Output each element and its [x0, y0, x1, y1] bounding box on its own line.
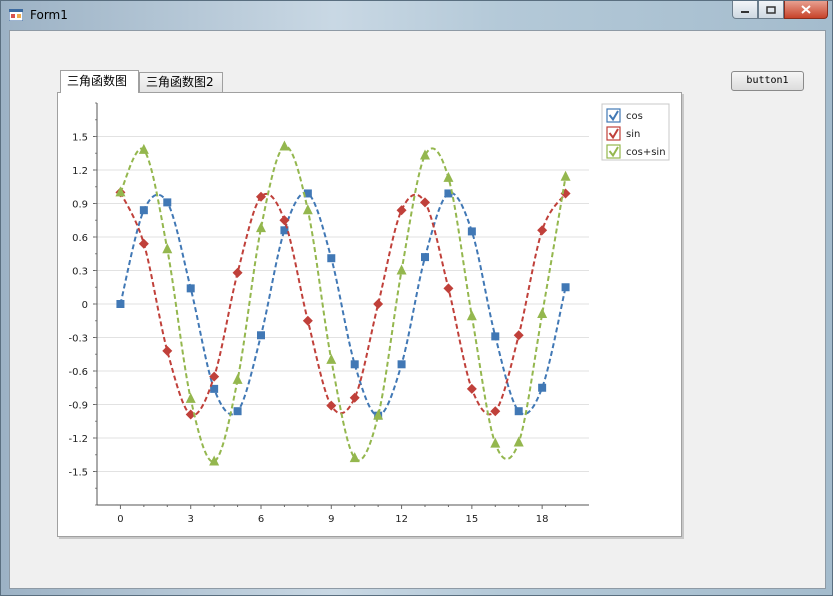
- data-point-square: [116, 300, 125, 308]
- form-client-area: 三角函数图 三角函数图2 1.5 1.2 0.9 0.6 0.3 0 -0.3 -0.6 -0.…: [9, 30, 826, 589]
- data-point-triangle: [162, 243, 173, 254]
- y-tick-label: -0.9: [68, 401, 88, 412]
- data-point-square: [467, 227, 476, 236]
- legend-label-cos+sin: cos+sin: [626, 147, 666, 158]
- data-point-diamond: [396, 205, 407, 216]
- data-point-diamond: [513, 330, 524, 341]
- data-point-triangle: [560, 170, 571, 181]
- data-point-diamond: [138, 238, 149, 249]
- data-point-triangle: [443, 171, 454, 182]
- data-point-diamond: [232, 267, 243, 278]
- data-point-diamond: [466, 383, 477, 394]
- data-point-triangle: [466, 310, 477, 321]
- data-point-diamond: [420, 197, 430, 208]
- x-tick-label: 6: [258, 514, 264, 525]
- minimize-button[interactable]: [732, 1, 758, 19]
- data-point-triangle: [185, 392, 196, 403]
- data-point-square: [514, 407, 523, 416]
- app-icon: [9, 9, 23, 21]
- data-point-triangle: [232, 373, 243, 384]
- x-tick-label: 3: [188, 514, 194, 525]
- maximize-button[interactable]: [758, 1, 784, 19]
- button1[interactable]: button1: [731, 71, 804, 91]
- x-tick-label: 15: [465, 514, 478, 525]
- trig-chart: 1.5 1.2 0.9 0.6 0.3 0 -0.3 -0.6 -0.9 -1.2 -1.5 0 3 6 9…: [68, 102, 670, 525]
- y-tick-label: -0.6: [68, 367, 88, 378]
- data-point-square: [561, 283, 570, 292]
- data-point-square: [421, 253, 429, 262]
- data-point-square: [233, 407, 242, 416]
- data-point-square: [538, 383, 547, 392]
- y-tick-label: -1.2: [68, 434, 88, 445]
- data-point-square: [186, 284, 195, 293]
- data-point-triangle: [537, 308, 548, 319]
- data-point-triangle: [279, 140, 290, 151]
- y-tick-label: 0.6: [72, 233, 88, 244]
- tab-trig-chart-2[interactable]: 三角函数图2: [139, 72, 223, 92]
- data-point-triangle: [302, 204, 313, 215]
- window-title: Form1: [30, 8, 68, 22]
- legend-label-cos: cos: [626, 111, 643, 122]
- tab-label: 三角函数图2: [146, 75, 214, 89]
- data-point-square: [491, 332, 500, 341]
- data-point-square: [257, 331, 265, 340]
- data-point-diamond: [443, 283, 454, 294]
- y-tick-label: 1.5: [72, 133, 88, 144]
- data-point-diamond: [279, 215, 290, 226]
- data-point-square: [163, 198, 172, 207]
- app-window: Form1 三角函数图 三角函数图2 1.5 1.2 0.9 0.6 0.3 0 -0.3 -…: [0, 0, 833, 596]
- data-point-square: [350, 360, 359, 369]
- data-point-triangle: [256, 222, 266, 233]
- y-tick-label: 0.3: [72, 267, 88, 278]
- close-icon: [801, 5, 811, 14]
- y-tick-label: 0.9: [72, 200, 88, 211]
- x-tick-label: 0: [117, 514, 123, 525]
- x-tick-label: 12: [395, 514, 408, 525]
- data-point-triangle: [326, 353, 337, 364]
- data-point-square: [139, 206, 148, 215]
- data-point-triangle: [396, 264, 407, 275]
- tab-panel: 1.5 1.2 0.9 0.6 0.3 0 -0.3 -0.6 -0.9 -1.2 -1.5 0 3 6 9…: [57, 92, 682, 537]
- data-point-diamond: [537, 225, 548, 236]
- maximize-icon: [766, 5, 776, 14]
- data-point-diamond: [373, 299, 384, 309]
- data-point-square: [327, 254, 336, 263]
- x-tick-label: 18: [536, 514, 549, 525]
- data-point-diamond: [349, 392, 360, 403]
- title-bar[interactable]: Form1: [1, 1, 832, 30]
- minimize-icon: [741, 10, 749, 13]
- y-tick-label: 0: [82, 300, 88, 311]
- close-button[interactable]: [784, 1, 828, 19]
- y-tick-label: -1.5: [68, 468, 88, 479]
- y-tick-label: -0.3: [68, 334, 88, 345]
- data-point-diamond: [302, 315, 313, 326]
- y-tick-label: 1.2: [72, 166, 88, 177]
- legend-label-sin: sin: [626, 129, 640, 140]
- data-point-triangle: [490, 437, 501, 448]
- data-point-square: [397, 360, 406, 369]
- tab-trig-chart-1[interactable]: 三角函数图: [60, 70, 139, 93]
- window-controls: [732, 1, 828, 21]
- data-point-diamond: [162, 345, 173, 356]
- tab-label: 三角函数图: [67, 74, 128, 88]
- x-tick-label: 9: [328, 514, 334, 525]
